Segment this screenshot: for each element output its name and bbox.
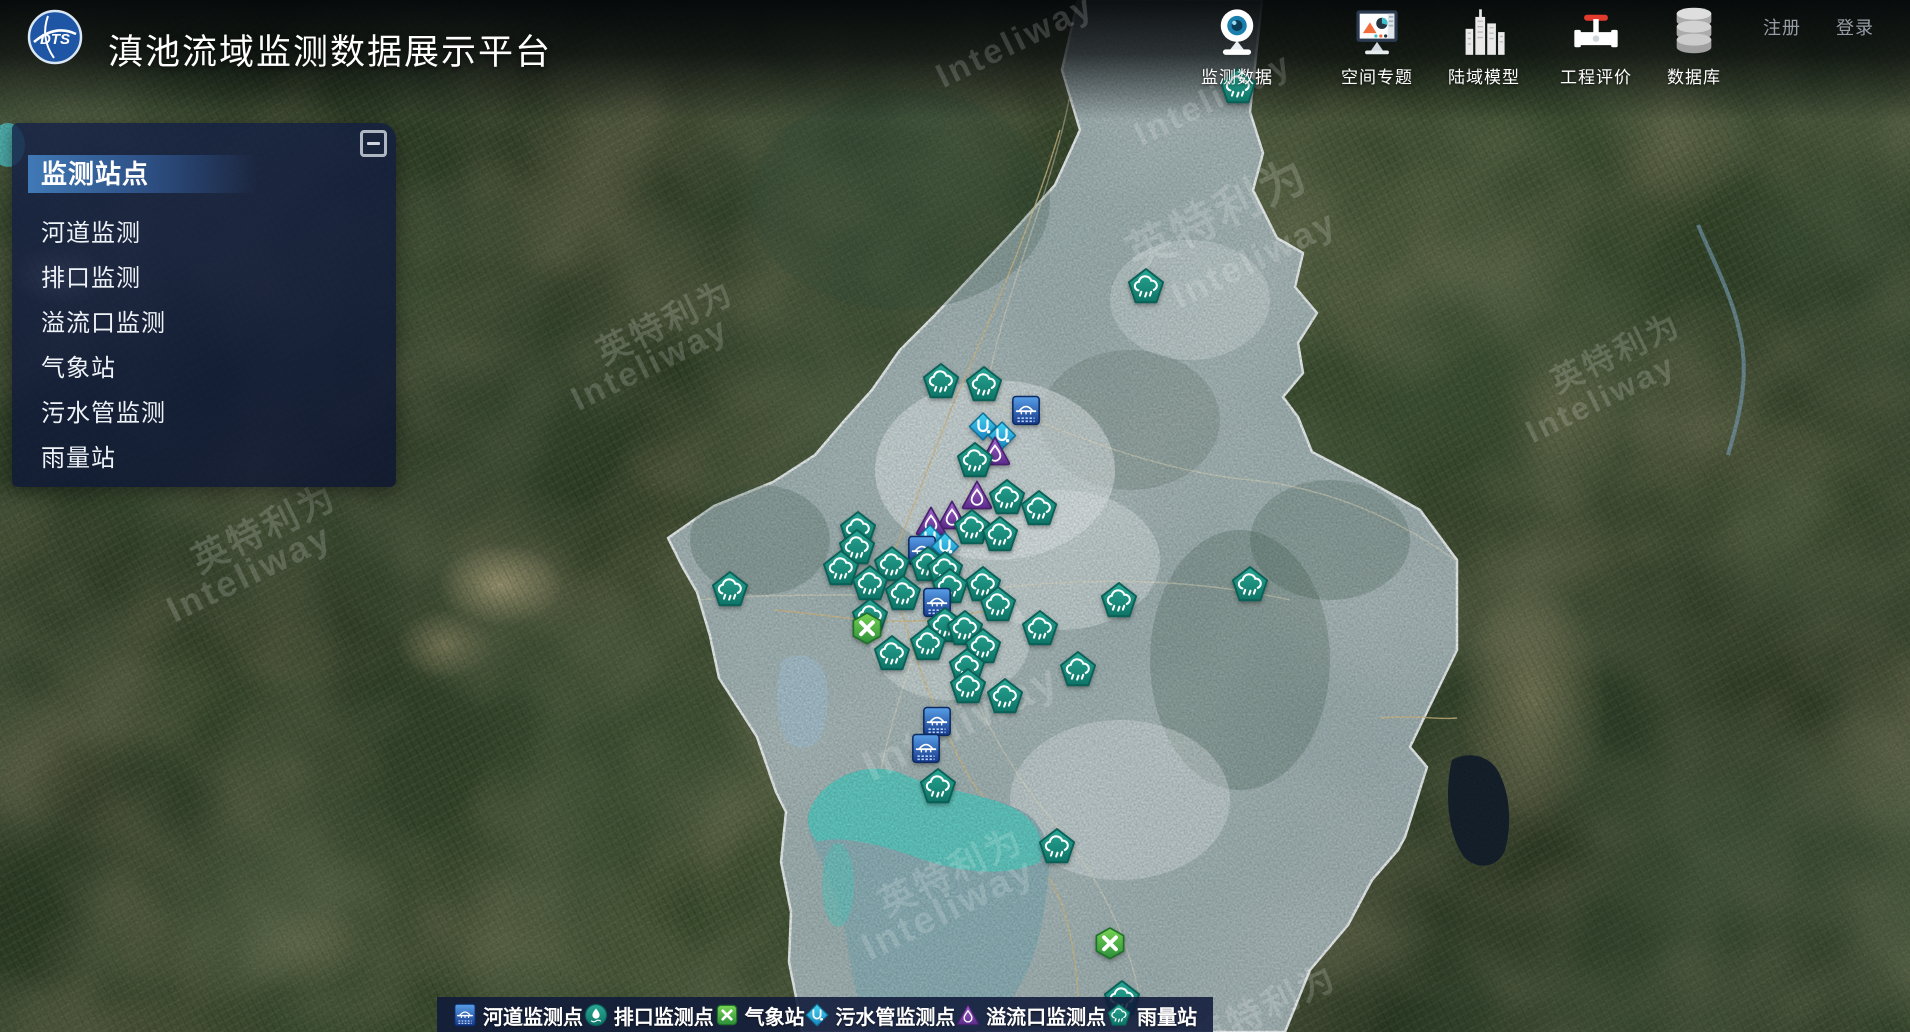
- nav-item-monitor-data[interactable]: 监测数据: [1187, 5, 1287, 88]
- map-marker-rain[interactable]: [1020, 489, 1058, 527]
- legend-item-weather-sq: 气象站: [715, 1001, 805, 1030]
- map-marker-rain[interactable]: [949, 667, 987, 705]
- map-marker-rain[interactable]: [873, 634, 911, 672]
- overflow-legend-icon: [956, 1003, 980, 1027]
- map-marker-rain[interactable]: [956, 441, 994, 479]
- map-marker-weather[interactable]: [1093, 926, 1127, 960]
- legend-item-rain: 雨量站: [1107, 1001, 1197, 1030]
- legend-item-overflow: 溢流口监测点: [956, 1001, 1106, 1030]
- map-marker-rain[interactable]: [1231, 565, 1269, 603]
- nav-label: 数据库: [1644, 63, 1744, 88]
- main-nav: 监测数据 空间专题 陆域模型 工程评价 数据库: [0, 0, 1910, 100]
- sidebar-item-6[interactable]: 雨量站: [12, 436, 396, 481]
- sidebar-item-3[interactable]: 溢流口监测: [12, 301, 396, 346]
- map-marker-rain[interactable]: [1100, 581, 1138, 619]
- sidebar-item-2[interactable]: 排口监测: [12, 256, 396, 301]
- nav-item-land-model[interactable]: 陆域模型: [1434, 5, 1534, 88]
- nav-item-spatial-theme[interactable]: 空间专题: [1327, 5, 1427, 88]
- login-link[interactable]: 登录: [1836, 14, 1874, 40]
- map-marker-rain[interactable]: [919, 767, 957, 805]
- app-window: DTS: [0, 0, 1910, 1032]
- database-icon: [1668, 5, 1720, 57]
- rain-legend-icon: [1107, 1003, 1131, 1027]
- map-marker-rain[interactable]: [909, 624, 947, 662]
- sidebar-item-5[interactable]: 污水管监测: [12, 391, 396, 436]
- legend-item-outlet: 排口监测点: [584, 1001, 714, 1030]
- valve-icon: [1570, 5, 1622, 57]
- river-legend-icon: [453, 1003, 477, 1027]
- nav-label: 陆域模型: [1434, 63, 1534, 88]
- legend-item-sewage: 污水管监测点: [805, 1001, 955, 1030]
- nav-item-database[interactable]: 数据库: [1644, 5, 1744, 88]
- panel-menu: 河道监测排口监测溢流口监测气象站污水管监测雨量站: [12, 211, 396, 481]
- weather-sq-legend-icon: [715, 1003, 739, 1027]
- sidebar-item-4[interactable]: 气象站: [12, 346, 396, 391]
- map-marker-rain[interactable]: [922, 362, 960, 400]
- monitoring-stations-panel: 监测站点 河道监测排口监测溢流口监测气象站污水管监测雨量站: [12, 123, 396, 487]
- map-marker-rain[interactable]: [965, 365, 1003, 403]
- map-marker-river[interactable]: [911, 733, 942, 764]
- legend-label: 雨量站: [1137, 1001, 1197, 1030]
- panel-minimize-button[interactable]: [360, 130, 387, 157]
- register-link[interactable]: 注册: [1763, 14, 1801, 40]
- map-marker-rain[interactable]: [884, 574, 922, 612]
- map-marker-rain[interactable]: [1021, 609, 1059, 647]
- legend-label: 溢流口监测点: [986, 1001, 1106, 1030]
- outlet-legend-icon: [584, 1003, 608, 1027]
- sewage-legend-icon: [805, 1003, 829, 1027]
- nav-label: 工程评价: [1546, 63, 1646, 88]
- map-marker-rain[interactable]: [981, 515, 1019, 553]
- buildings-icon: [1458, 5, 1510, 57]
- nav-item-project-eval[interactable]: 工程评价: [1546, 5, 1646, 88]
- legend-label: 河道监测点: [483, 1001, 583, 1030]
- legend-item-river: 河道监测点: [453, 1001, 583, 1030]
- legend-label: 气象站: [745, 1001, 805, 1030]
- nav-label: 空间专题: [1327, 63, 1427, 88]
- map-marker-rain[interactable]: [1059, 650, 1097, 688]
- map-marker-rain[interactable]: [711, 570, 749, 608]
- nav-label: 监测数据: [1187, 63, 1287, 88]
- legend-label: 污水管监测点: [835, 1001, 955, 1030]
- map-marker-rain[interactable]: [1038, 827, 1076, 865]
- map-legend: 河道监测点 排口监测点 气象站 污水管监测点 溢流口监测点 雨量站: [437, 997, 1213, 1032]
- panel-title: 监测站点: [28, 155, 256, 193]
- map-marker-rain[interactable]: [1127, 267, 1165, 305]
- map-marker-rain[interactable]: [986, 677, 1024, 715]
- webcam-icon: [1211, 5, 1263, 57]
- monitor-icon: [1351, 5, 1403, 57]
- sidebar-item-1[interactable]: 河道监测: [12, 211, 396, 256]
- map-marker-rain[interactable]: [979, 585, 1017, 623]
- legend-label: 排口监测点: [614, 1001, 714, 1030]
